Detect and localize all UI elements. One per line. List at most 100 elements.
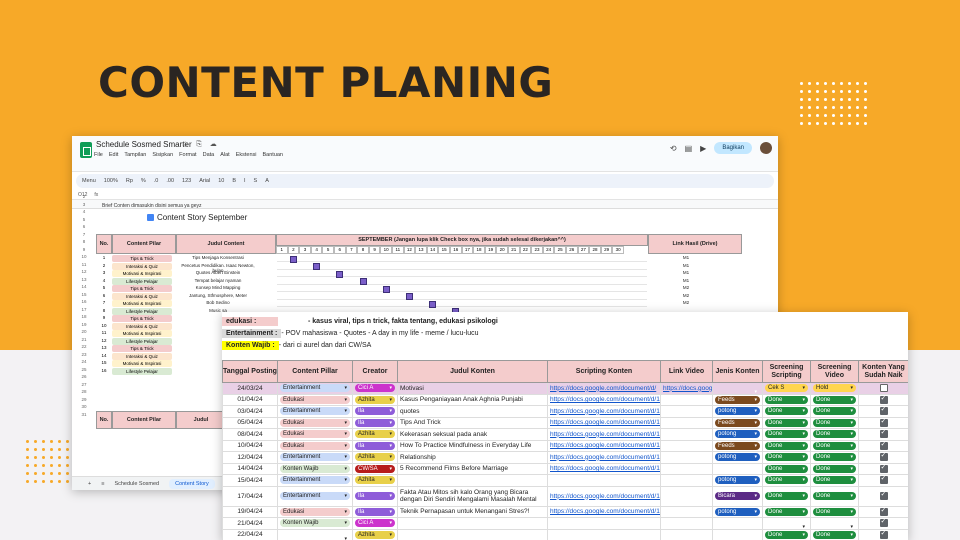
pilar-pill[interactable]: Motivasi & Inspirasi: [112, 330, 172, 337]
screening-video-chip[interactable]: Done: [813, 476, 856, 485]
pilar-pill[interactable]: Lifestyle Pelajar: [112, 367, 172, 375]
screening-script-chip[interactable]: Done: [765, 430, 808, 439]
pilar-pill[interactable]: Tips & Trick: [112, 345, 172, 352]
toolbar-item[interactable]: .00: [166, 178, 174, 184]
jenis-chip[interactable]: potong: [715, 453, 760, 462]
pilar-pill[interactable]: Lifestyle Pelajar: [112, 307, 172, 315]
progress-checkbox[interactable]: [406, 293, 413, 300]
sheet-tab[interactable]: Schedule Sosmed: [114, 481, 159, 487]
script-link[interactable]: https://docs.google.com/document/d/1GYnP…: [550, 493, 660, 500]
tab-control[interactable]: +: [88, 481, 91, 487]
drive-link[interactable]: M1: [650, 263, 722, 268]
jenis-chip[interactable]: Feeds: [715, 395, 760, 404]
menu-item[interactable]: File: [94, 152, 103, 158]
progress-checkbox[interactable]: [359, 278, 367, 285]
progress-checkbox[interactable]: [313, 263, 321, 270]
progress-checkbox[interactable]: [382, 285, 390, 293]
screening-video-chip[interactable]: Done: [813, 507, 856, 516]
creator-chip[interactable]: Azhita: [355, 530, 395, 539]
toolbar-item[interactable]: B: [232, 178, 236, 184]
pillar-chip[interactable]: Edukasi: [280, 418, 350, 427]
script-link[interactable]: https://docs.google.com/document/d/1GYnP…: [550, 465, 660, 472]
uploaded-checkbox[interactable]: [879, 418, 888, 427]
pillar-chip[interactable]: Entertainment: [280, 453, 350, 462]
menu-item[interactable]: Format: [179, 152, 196, 158]
menu-item[interactable]: Ekstensi: [236, 152, 257, 158]
jenis-chip[interactable]: Feeds: [715, 418, 760, 427]
pilar-pill[interactable]: Motivasi & Inspirasi: [112, 270, 172, 277]
drive-link[interactable]: M1: [650, 270, 722, 275]
creator-chip[interactable]: Cici A: [355, 519, 395, 528]
uploaded-checkbox[interactable]: [879, 518, 888, 528]
script-link[interactable]: https://docs.google.com/document/d/1SNt5…: [550, 454, 660, 461]
script-link[interactable]: https://docs.google.com/document/d/1SNt5…: [550, 396, 660, 403]
pillar-chip[interactable]: Entertainment: [280, 476, 350, 485]
share-button[interactable]: Bagikan: [714, 142, 752, 154]
uploaded-checkbox[interactable]: [879, 490, 888, 500]
script-link[interactable]: https://docs.google.com/document/d/1SNt5…: [550, 431, 660, 438]
creator-chip[interactable]: Azhita: [355, 453, 395, 462]
menu-item[interactable]: Sisipkan: [152, 152, 173, 158]
toolbar-item[interactable]: 100%: [104, 178, 118, 184]
screening-video-chip[interactable]: Done: [813, 464, 856, 473]
screening-script-chip[interactable]: Cek S: [765, 384, 808, 393]
script-link[interactable]: https://docs.google.com/document/d/: [550, 385, 656, 392]
screening-script-chip[interactable]: Done: [765, 507, 808, 516]
jenis-chip[interactable]: Bicara: [715, 492, 760, 500]
menu-item[interactable]: Data: [203, 152, 215, 158]
checkbox-icon[interactable]: [147, 214, 154, 221]
creator-chip[interactable]: Ila: [355, 441, 395, 450]
toolbar-item[interactable]: Rp: [126, 178, 133, 184]
screening-video-chip[interactable]: Done: [813, 418, 856, 427]
toolbar-item[interactable]: I: [244, 178, 246, 184]
screening-video-chip[interactable]: Done: [813, 492, 856, 500]
creator-chip[interactable]: CW/SA: [355, 464, 395, 473]
screening-script-chip[interactable]: Done: [765, 464, 808, 473]
pilar-pill[interactable]: Tips & Trick: [112, 315, 172, 322]
script-link[interactable]: https://docs.google.com/document/d/1GYnP…: [550, 508, 660, 515]
jenis-chip[interactable]: potong: [715, 507, 760, 516]
progress-checkbox[interactable]: [429, 300, 437, 308]
creator-chip[interactable]: Azhita: [355, 395, 395, 404]
pilar-pill[interactable]: Tips & Trick: [112, 285, 172, 292]
menu-item[interactable]: Edit: [109, 152, 118, 158]
pilar-pill[interactable]: Lifestyle Pelajar: [112, 337, 172, 345]
toolbar-item[interactable]: .0: [154, 178, 159, 184]
screening-script-chip[interactable]: Done: [765, 453, 808, 462]
pilar-pill[interactable]: Interaksi & Quiz: [112, 322, 172, 330]
screening-script-chip[interactable]: Done: [765, 407, 808, 416]
creator-chip[interactable]: Cici A: [355, 384, 395, 393]
creator-chip[interactable]: Ila: [355, 492, 395, 500]
avatar[interactable]: [760, 142, 772, 154]
drive-link[interactable]: M2: [650, 293, 722, 298]
uploaded-checkbox[interactable]: [879, 475, 888, 485]
menu-item[interactable]: Bantuan: [263, 152, 284, 158]
pilar-pill[interactable]: Interaksi & Quiz: [112, 352, 172, 360]
uploaded-checkbox[interactable]: [879, 441, 888, 450]
screening-script-chip[interactable]: Done: [765, 492, 808, 500]
screening-video-chip[interactable]: Done: [813, 530, 856, 539]
sheet-tab[interactable]: Content Story: [169, 478, 215, 489]
screening-script-chip[interactable]: Done: [765, 418, 808, 427]
uploaded-checkbox[interactable]: [879, 452, 888, 462]
script-link[interactable]: https://docs.google.com/document/d/1GYnP…: [550, 442, 660, 449]
pillar-chip[interactable]: Edukasi: [280, 507, 350, 516]
jenis-chip[interactable]: Feeds: [715, 441, 760, 450]
screening-video-chip[interactable]: Done: [813, 395, 856, 404]
pillar-chip[interactable]: Edukasi: [280, 441, 350, 450]
toolbar-item[interactable]: 10: [218, 178, 224, 184]
screening-script-chip[interactable]: Done: [765, 530, 808, 539]
drive-link[interactable]: M1: [650, 255, 722, 260]
creator-chip[interactable]: Ila: [355, 407, 395, 416]
uploaded-checkbox[interactable]: [879, 507, 888, 516]
screening-script-chip[interactable]: Done: [765, 395, 808, 404]
uploaded-checkbox[interactable]: [879, 406, 888, 416]
pilar-pill[interactable]: Lifestyle Pelajar: [112, 277, 172, 285]
pillar-chip[interactable]: Entertainment: [280, 407, 350, 416]
toolbar-item[interactable]: A: [265, 178, 269, 184]
toolbar-item[interactable]: S: [254, 178, 258, 184]
toolbar-item[interactable]: %: [141, 178, 146, 184]
screening-video-chip[interactable]: Done: [813, 441, 856, 450]
screening-script-chip[interactable]: Done: [765, 476, 808, 485]
uploaded-checkbox[interactable]: [879, 530, 888, 539]
